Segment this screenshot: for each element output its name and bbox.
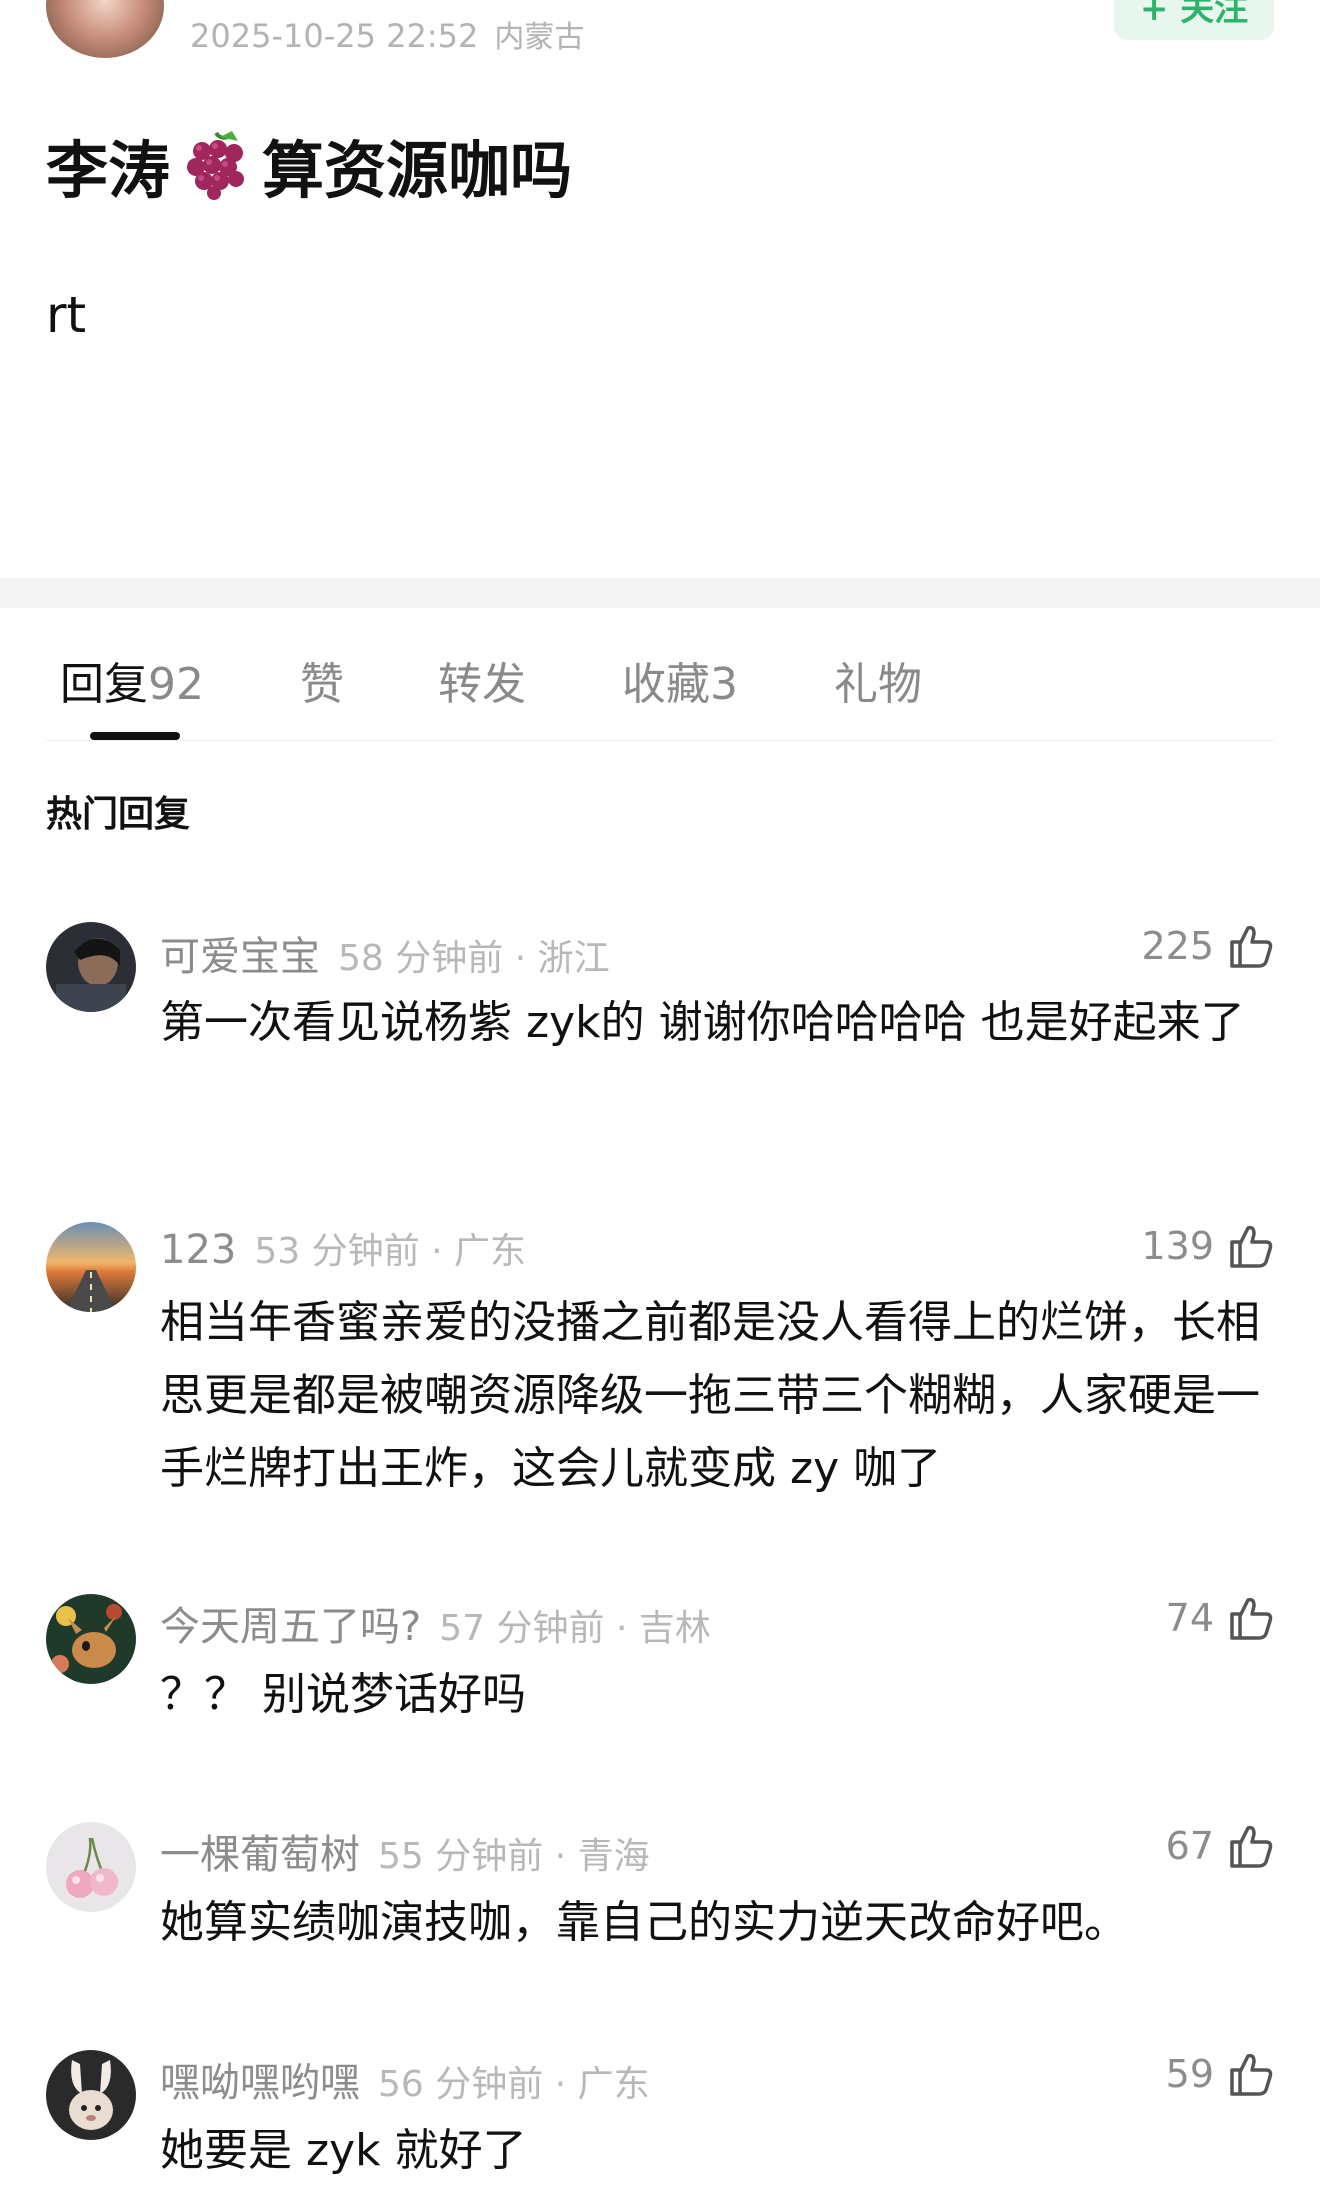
comment-avatar[interactable] — [46, 1822, 136, 1912]
thumbs-up-icon — [1230, 2053, 1273, 2096]
like-button[interactable]: 225 — [1141, 922, 1274, 970]
comment-location: 广东 — [453, 1231, 526, 1272]
comment-author[interactable]: 123 53 分钟前 · 广东 — [160, 1222, 526, 1274]
comment-time: 55 分钟前 — [378, 1836, 544, 1877]
active-tab-indicator — [90, 732, 180, 740]
comment-author-name[interactable]: 嘿呦嘿哟嘿 — [160, 2060, 360, 2106]
author-avatar[interactable] — [46, 0, 164, 58]
post-location: 内蒙古 — [494, 20, 585, 55]
like-button[interactable]: 74 — [1166, 1594, 1274, 1642]
tab-favorites[interactable]: 收藏3 — [622, 648, 738, 712]
like-count: 59 — [1165, 2052, 1214, 2096]
post-body: rt — [46, 286, 87, 344]
follow-button[interactable]: + 关注 — [1114, 0, 1274, 40]
comment-meta: 58 分钟前 · 浙江 — [338, 938, 610, 979]
like-count: 139 — [1141, 1224, 1214, 1268]
comment-author[interactable]: 嘿呦嘿哟嘿 56 分钟前 · 广东 — [160, 2050, 650, 2108]
comment-avatar[interactable] — [46, 1594, 136, 1684]
tab-replies-label: 回复 — [60, 659, 148, 710]
comment-meta: 57 分钟前 · 吉林 — [439, 1608, 711, 1649]
grapes-icon — [180, 129, 252, 201]
comment-author-name[interactable]: 123 — [160, 1227, 236, 1273]
comment-author-name[interactable]: 一棵葡萄树 — [160, 1832, 360, 1878]
like-button[interactable]: 59 — [1166, 2050, 1274, 2098]
thumbs-up-icon — [1230, 1825, 1273, 1868]
tab-divider — [46, 740, 1274, 741]
like-count: 74 — [1165, 1596, 1214, 1640]
comment-time: 53 分钟前 — [254, 1231, 420, 1272]
comment-time: 58 分钟前 — [338, 938, 504, 979]
post-meta: 2025-10-25 22:52 内蒙古 — [190, 12, 584, 56]
tab-likes[interactable]: 赞 — [300, 648, 344, 712]
comment-meta: 56 分钟前 · 广东 — [378, 2064, 650, 2105]
like-button[interactable]: 67 — [1166, 1822, 1274, 1870]
tab-replies-count: 92 — [148, 659, 204, 710]
hot-replies-heading: 热门回复 — [46, 794, 191, 835]
comment-location: 浙江 — [537, 938, 610, 979]
tab-favorites-count: 3 — [710, 659, 738, 710]
comment-text: 她要是 zyk 就好了 — [160, 2125, 527, 2176]
section-divider — [0, 578, 1320, 608]
comment-text: 她算实绩咖演技咖，靠自己的实力逆天改命好吧。 — [160, 1897, 1128, 1948]
tab-reposts-label: 转发 — [438, 659, 526, 710]
post-title-part2: 算资源咖吗 — [262, 134, 573, 207]
tab-reposts[interactable]: 转发 — [438, 648, 526, 712]
comment-avatar[interactable] — [46, 2050, 136, 2140]
thumbs-up-icon — [1230, 1225, 1273, 1268]
comment-author-name[interactable]: 可爱宝宝 — [160, 934, 320, 980]
comment-time: 56 分钟前 — [378, 2064, 544, 2105]
comment-author-name[interactable]: 今天周五了吗? — [160, 1604, 421, 1650]
comment-author[interactable]: 可爱宝宝 58 分钟前 · 浙江 — [160, 924, 610, 982]
tab-gifts[interactable]: 礼物 — [834, 648, 922, 712]
post-title: 李涛 算资源咖吗 — [46, 120, 572, 210]
comment-location: 青海 — [577, 1836, 650, 1877]
like-button[interactable]: 139 — [1141, 1222, 1274, 1270]
comment-text: 第一次看见说杨紫 zyk的 谢谢你哈哈哈哈 也是好起来了 — [160, 997, 1245, 1048]
tab-likes-label: 赞 — [300, 659, 344, 710]
tab-favorites-label: 收藏 — [622, 659, 710, 710]
comment-text: 相当年香蜜亲爱的没播之前都是没人看得上的烂饼，长相思更是都是被嘲资源降级一拖三带… — [160, 1297, 1260, 1494]
comment-avatar[interactable] — [46, 922, 136, 1012]
post-title-part1: 李涛 — [46, 134, 171, 207]
comment-author[interactable]: 一棵葡萄树 55 分钟前 · 青海 — [160, 1822, 650, 1880]
comment-meta: 53 分钟前 · 广东 — [254, 1231, 526, 1272]
comment-avatar[interactable] — [46, 1222, 136, 1312]
thumbs-up-icon — [1230, 1597, 1273, 1640]
tab-replies[interactable]: 回复92 — [60, 648, 204, 712]
like-count: 67 — [1165, 1824, 1214, 1868]
comment-text: ？？ 别说梦话好吗 — [160, 1669, 526, 1720]
comment-location: 广东 — [577, 2064, 650, 2105]
comment-meta: 55 分钟前 · 青海 — [378, 1836, 650, 1877]
thumbs-up-icon — [1230, 925, 1273, 968]
like-count: 225 — [1141, 924, 1214, 968]
comment-time: 57 分钟前 — [439, 1608, 605, 1649]
comment-author[interactable]: 今天周五了吗? 57 分钟前 · 吉林 — [160, 1594, 711, 1652]
tab-gifts-label: 礼物 — [834, 659, 922, 710]
post-timestamp: 2025-10-25 22:52 — [190, 17, 479, 55]
comment-location: 吉林 — [638, 1608, 711, 1649]
